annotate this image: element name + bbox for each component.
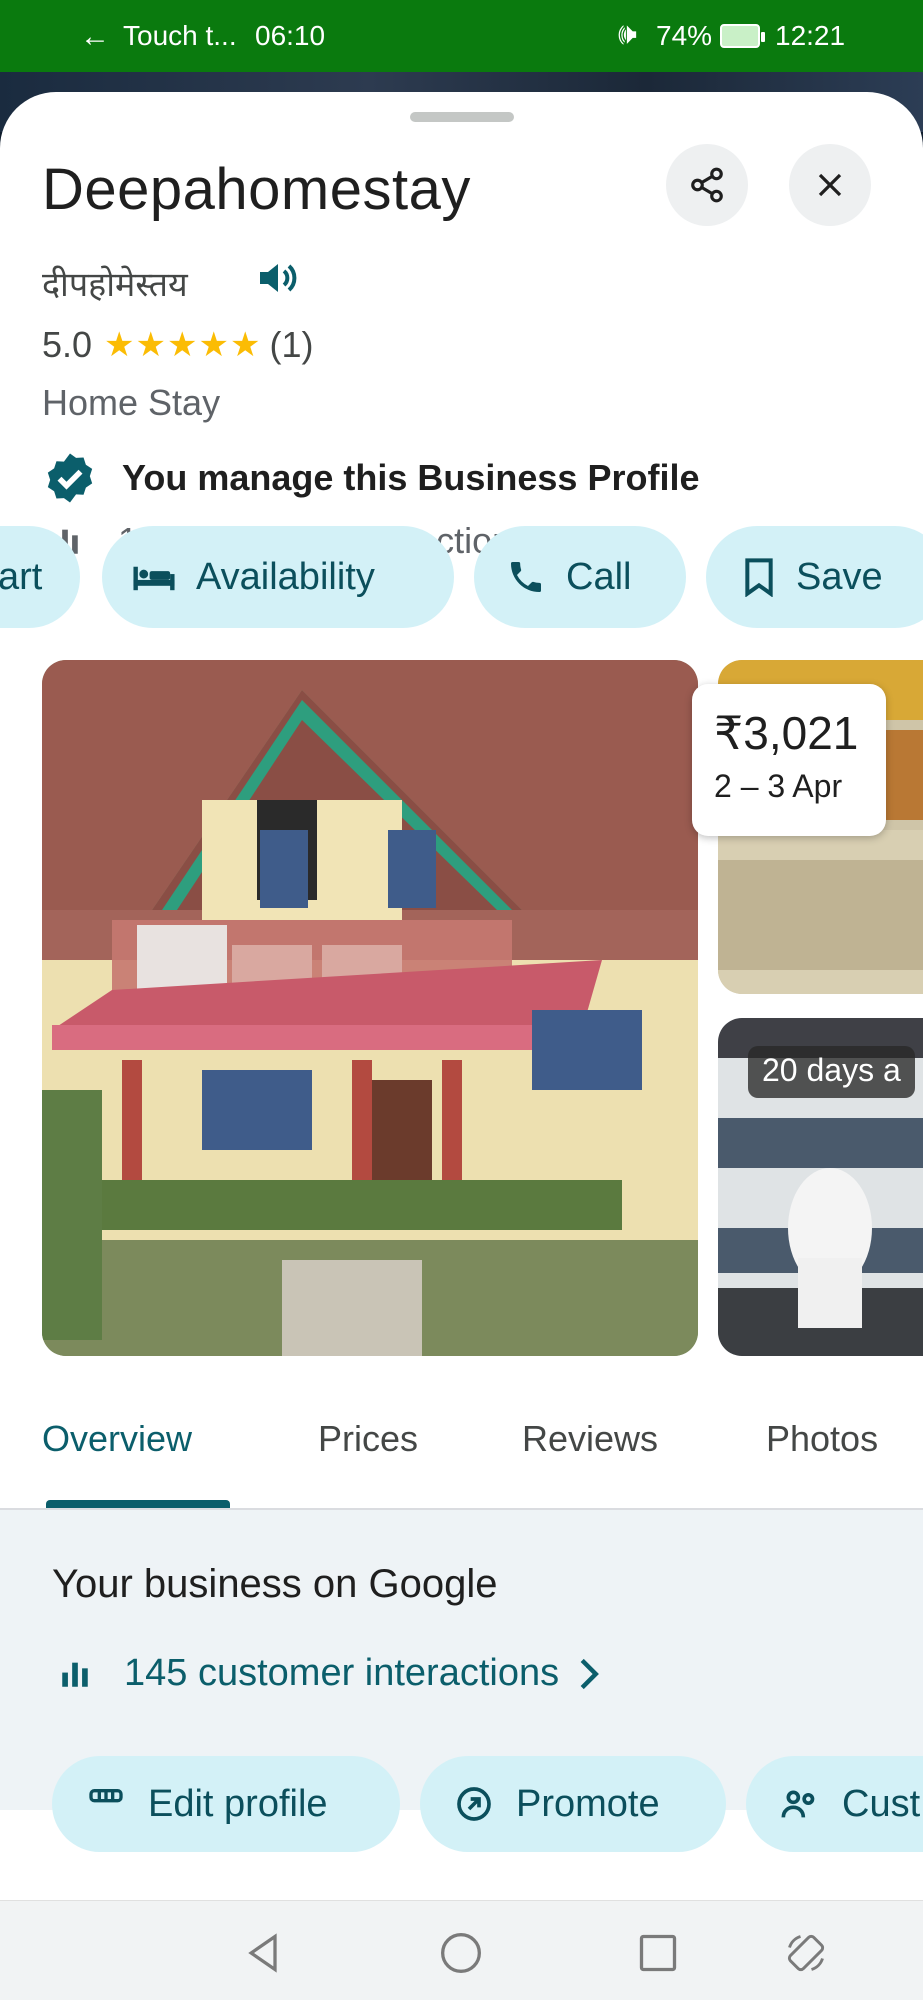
start-label: art: [0, 555, 43, 598]
verified-badge-icon: [47, 453, 93, 503]
clock: 12:21: [775, 20, 846, 51]
bed-icon: [133, 566, 175, 591]
storefront-icon: [89, 1789, 123, 1803]
recents-nav-icon[interactable]: [636, 1931, 680, 1975]
rotate-screen-icon[interactable]: [784, 1931, 828, 1975]
tab-reviews[interactable]: Reviews: [522, 1418, 658, 1460]
rating-row[interactable]: 5.0 ★★★★★ (1): [42, 322, 313, 368]
manage-profile-text: You manage this Business Profile: [122, 457, 700, 498]
edit-profile-label: Edit profile: [148, 1782, 328, 1825]
availability-button[interactable]: Availability: [102, 526, 454, 628]
people-icon: [781, 1790, 815, 1818]
tab-photos[interactable]: Photos: [766, 1418, 878, 1460]
close-button[interactable]: [789, 144, 871, 226]
system-nav-bar: [0, 1900, 923, 2000]
availability-label: Availability: [196, 555, 375, 598]
native-name: दीपहोमेस्तय: [42, 265, 188, 305]
customers-button[interactable]: Cust: [746, 1756, 923, 1852]
call-button[interactable]: Call: [474, 526, 686, 628]
house-photo: [42, 660, 698, 1356]
return-to-app-label[interactable]: Touch t...: [123, 20, 237, 52]
share-button[interactable]: [666, 144, 748, 226]
back-arrow-icon[interactable]: ←: [80, 20, 110, 54]
edit-profile-button[interactable]: Edit profile: [52, 1756, 400, 1852]
main-photo[interactable]: [42, 660, 698, 1356]
business-section-title: Your business on Google: [52, 1562, 498, 1606]
interactions-link-text: 145 customer interactions: [124, 1652, 560, 1694]
place-sheet: Deepahomestay दीपहोमेस्तय 5.0 ★★★★★ (1) …: [0, 92, 923, 1900]
rating-value: 5.0: [42, 324, 93, 365]
battery-percent: 74%: [656, 20, 713, 51]
save-button[interactable]: Save: [706, 526, 923, 628]
volume-icon: 🕪: [618, 18, 637, 51]
status-bar: ← Touch t... 06:10 🕪 74% 12:21: [0, 0, 923, 72]
price-value: ₹3,021: [714, 707, 859, 759]
home-nav-icon[interactable]: [439, 1931, 483, 1975]
active-tab-indicator: [46, 1500, 230, 1508]
price-card[interactable]: ₹3,021 2 – 3 Apr: [692, 684, 886, 836]
place-title: Deepahomestay: [42, 157, 471, 222]
call-timer: 06:10: [255, 20, 326, 51]
star-rating-icon: ★★★★★: [104, 326, 262, 364]
pronounce-button[interactable]: [254, 254, 302, 307]
price-dates: 2 – 3 Apr: [714, 768, 843, 804]
promote-button[interactable]: Promote: [420, 1756, 726, 1852]
customer-interactions-link[interactable]: 145 customer interactions: [58, 1652, 601, 1695]
tab-prices[interactable]: Prices: [318, 1418, 418, 1460]
phone-icon: [511, 562, 541, 592]
close-icon: [818, 173, 842, 197]
bar-chart-icon: [62, 1662, 88, 1687]
place-category: Home Stay: [42, 382, 221, 423]
tab-overview[interactable]: Overview: [42, 1418, 192, 1460]
promote-label: Promote: [516, 1782, 660, 1825]
back-nav-icon[interactable]: [242, 1931, 286, 1975]
drag-handle[interactable]: [410, 112, 514, 122]
battery-icon: [720, 24, 765, 48]
call-label: Call: [566, 555, 632, 598]
share-icon: [691, 167, 723, 203]
business-profile-badge[interactable]: You manage this Business Profile: [42, 450, 699, 506]
save-label: Save: [796, 555, 883, 598]
chevron-right-icon: [580, 1658, 600, 1689]
review-count: (1): [269, 324, 314, 365]
bookmark-icon: [745, 558, 773, 597]
photo-age-badge: 20 days a: [748, 1046, 915, 1098]
customers-label: Cust: [842, 1782, 921, 1825]
promote-icon: [457, 1787, 491, 1821]
speaker-icon: [260, 264, 297, 292]
